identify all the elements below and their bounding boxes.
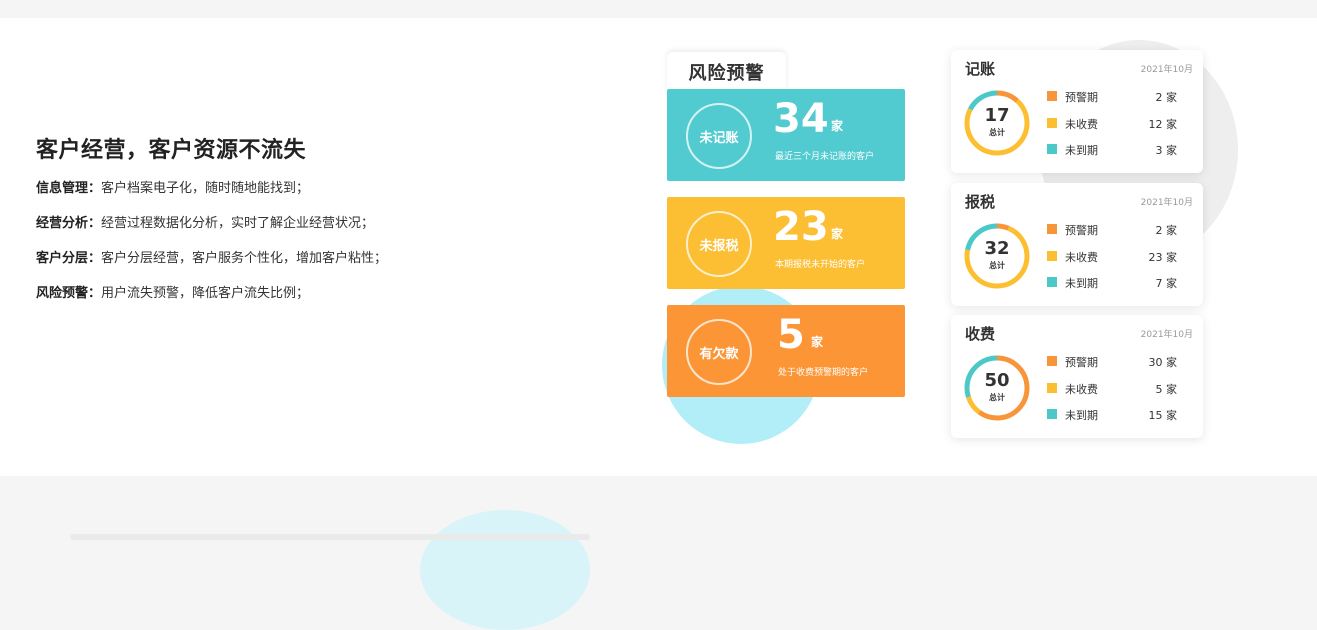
feature-item-customer-tiering: 客户分层：客户分层经营，客户服务个性化，增加客户粘性； — [36, 250, 556, 285]
legend-value: 2 家 — [1155, 224, 1178, 237]
donut-total-label: 总计 — [989, 128, 1005, 137]
legend-label: 未收费 — [1065, 383, 1098, 396]
feature-text-block: 客户经营，客户资源不流失 信息管理：客户档案电子化，随时随地能找到； 经营分析：… — [36, 132, 556, 320]
legend-swatch — [1047, 409, 1057, 419]
warning-badge: 未报税 — [686, 211, 752, 277]
stats-card-date: 2021年10月 — [1140, 65, 1193, 75]
legend-label: 预警期 — [1065, 91, 1098, 104]
legend-swatch — [1047, 91, 1057, 101]
legend-row-unpaid: 未收费 5 家 — [1047, 380, 1187, 396]
stats-card-title: 收费 — [965, 325, 996, 343]
warning-count: 34 — [773, 96, 829, 142]
legend-swatch — [1047, 277, 1057, 287]
stats-card-date: 2021年10月 — [1140, 198, 1193, 208]
legend-value: 12 家 — [1148, 118, 1178, 131]
warning-unit: 家 — [831, 227, 844, 241]
stats-card-date: 2021年10月 — [1140, 330, 1193, 340]
legend-label: 预警期 — [1065, 224, 1098, 237]
feature-item-text: 客户档案电子化，随时随地能找到； — [101, 181, 310, 196]
legend-row-notdue: 未到期 7 家 — [1047, 274, 1187, 290]
warning-card-untaxed: 未报税 23 家 本期报税未开始的客户 — [667, 197, 905, 289]
legend-swatch — [1047, 356, 1057, 366]
warning-count: 23 — [773, 204, 829, 250]
warning-count: 5 — [777, 312, 805, 358]
legend-label: 未到期 — [1065, 277, 1098, 290]
feature-item-label: 信息管理： — [36, 181, 102, 196]
feature-item-business-analysis: 经营分析：经营过程数据化分析，实时了解企业经营状况； — [36, 215, 556, 250]
feature-title: 客户经营，客户资源不流失 — [36, 138, 307, 163]
legend-row-unpaid: 未收费 23 家 — [1047, 248, 1187, 264]
legend-label: 未收费 — [1065, 118, 1098, 131]
legend-swatch — [1047, 251, 1057, 261]
donut-total: 50 — [984, 370, 1010, 391]
warning-unit: 家 — [811, 335, 824, 349]
legend-label: 未到期 — [1065, 409, 1098, 422]
donut-total: 32 — [984, 238, 1010, 259]
legend-row-notdue: 未到期 15 家 — [1047, 406, 1187, 422]
feature-item-text: 客户分层经营，客户服务个性化，增加客户粘性； — [101, 251, 388, 266]
warning-unit: 家 — [831, 119, 844, 133]
legend-row-notdue: 未到期 3 家 — [1047, 141, 1187, 157]
next-section-hint — [70, 534, 590, 540]
risk-warning-tab: 风险预警 — [667, 52, 786, 92]
stats-card-fees: 收费 2021年10月 50 总计 预警期 30 家 未收费 5 家 未到期 15 家 — [951, 315, 1203, 438]
feature-item-label: 客户分层： — [36, 251, 102, 266]
warning-desc: 最近三个月未记账的客户 — [775, 152, 875, 162]
donut-total: 17 — [984, 105, 1010, 126]
legend-value: 7 家 — [1155, 277, 1178, 290]
legend-swatch — [1047, 118, 1057, 128]
legend-label: 未到期 — [1065, 144, 1098, 157]
warning-card-unbooked: 未记账 34 家 最近三个月未记账的客户 — [667, 89, 905, 181]
legend-value: 3 家 — [1155, 144, 1178, 157]
legend-swatch — [1047, 383, 1057, 393]
feature-item-text: 经营过程数据化分析，实时了解企业经营状况； — [101, 216, 375, 231]
warning-desc: 处于收费预警期的客户 — [778, 368, 869, 378]
warning-badge: 未记账 — [686, 103, 752, 169]
legend-row-warning: 预警期 30 家 — [1047, 353, 1187, 369]
feature-item-text: 用户流失预警，降低客户流失比例； — [101, 286, 310, 301]
legend-label: 未收费 — [1065, 251, 1098, 264]
donut-total-label: 总计 — [989, 393, 1005, 402]
legend-row-warning: 预警期 2 家 — [1047, 88, 1187, 104]
feature-item-risk-warning: 风险预警：用户流失预警，降低客户流失比例； — [36, 285, 556, 320]
legend-value: 2 家 — [1155, 91, 1178, 104]
stats-card-title: 报税 — [965, 193, 996, 211]
legend-value: 23 家 — [1148, 251, 1178, 264]
decorative-circle-bottom — [420, 510, 590, 630]
legend-row-unpaid: 未收费 12 家 — [1047, 115, 1187, 131]
feature-item-label: 经营分析： — [36, 216, 102, 231]
legend-label: 预警期 — [1065, 356, 1098, 369]
legend-row-warning: 预警期 2 家 — [1047, 221, 1187, 237]
warning-card-arrears: 有欠款 5 家 处于收费预警期的客户 — [667, 305, 905, 397]
feature-item-label: 风险预警： — [36, 286, 102, 301]
stats-card-title: 记账 — [965, 60, 996, 78]
legend-value: 15 家 — [1148, 409, 1178, 422]
warning-desc: 本期报税未开始的客户 — [775, 260, 866, 270]
legend-value: 30 家 — [1148, 356, 1178, 369]
legend-swatch — [1047, 144, 1057, 154]
warning-badge: 有欠款 — [686, 319, 752, 385]
donut-total-label: 总计 — [989, 261, 1005, 270]
stats-card-bookkeeping: 记账 2021年10月 17 总计 预警期 2 家 未收费 12 家 未到期 3 家 — [951, 50, 1203, 173]
legend-swatch — [1047, 224, 1057, 234]
feature-item-info-management: 信息管理：客户档案电子化，随时随地能找到； — [36, 180, 556, 215]
legend-value: 5 家 — [1155, 383, 1178, 396]
stats-card-tax: 报税 2021年10月 32 总计 预警期 2 家 未收费 23 家 未到期 7 家 — [951, 183, 1203, 306]
